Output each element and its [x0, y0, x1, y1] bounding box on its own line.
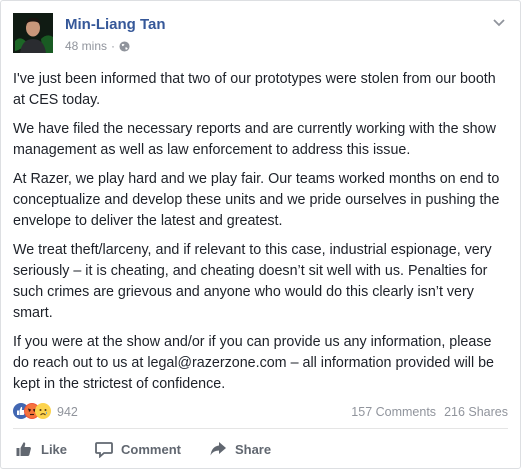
- post-paragraph: At Razer, we play hard and we play fair.…: [13, 171, 500, 229]
- globe-icon[interactable]: [119, 40, 130, 52]
- divider: [13, 428, 508, 429]
- like-label: Like: [41, 441, 68, 457]
- post-paragraph: If you were at the show and/or if you ca…: [13, 334, 495, 392]
- reactions-bar: 942 157 Comments 216 Shares: [13, 402, 508, 424]
- post-header: Min-Liang Tan 48 mins ·: [13, 13, 508, 57]
- action-bar: Like Comment Share: [13, 433, 508, 465]
- reaction-count[interactable]: 942: [57, 405, 78, 419]
- post-timestamp[interactable]: 48 mins: [65, 39, 107, 53]
- share-icon: [210, 442, 226, 456]
- post-card: Min-Liang Tan 48 mins · I've just been i…: [0, 0, 521, 469]
- post-paragraph: We have filed the necessary reports and …: [13, 121, 496, 158]
- comment-icon: [95, 442, 113, 458]
- sad-reaction-icon: [35, 403, 51, 419]
- author-name[interactable]: Min-Liang Tan: [65, 16, 166, 33]
- share-button[interactable]: Share: [207, 440, 271, 458]
- avatar[interactable]: [13, 13, 53, 53]
- thumbs-up-icon: [16, 442, 31, 456]
- shares-count[interactable]: 216 Shares: [444, 405, 508, 419]
- chevron-down-icon[interactable]: [492, 15, 506, 27]
- meta-separator: ·: [111, 39, 116, 53]
- post-paragraph: I've just been informed that two of our …: [13, 71, 496, 108]
- like-button[interactable]: Like: [13, 440, 67, 458]
- engagement-counts: 157 Comments 216 Shares: [351, 405, 508, 419]
- share-label: Share: [234, 441, 272, 457]
- post-body: I've just been informed that two of our …: [13, 69, 505, 403]
- post-meta: 48 mins ·: [65, 39, 130, 53]
- comment-button[interactable]: Comment: [93, 440, 181, 458]
- post-paragraph: We treat theft/larceny, and if relevant …: [13, 242, 492, 321]
- comment-label: Comment: [121, 441, 181, 457]
- comments-count[interactable]: 157 Comments: [351, 405, 436, 419]
